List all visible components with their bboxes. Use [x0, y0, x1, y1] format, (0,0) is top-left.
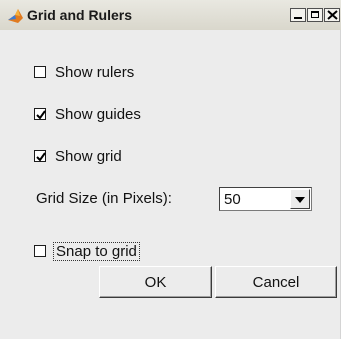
- dialog-window: Grid and Rulers Show rulers Show guides …: [0, 0, 341, 339]
- cancel-button[interactable]: Cancel: [215, 266, 337, 298]
- show-guides-label[interactable]: Show guides: [55, 106, 141, 123]
- snap-to-grid-row[interactable]: Snap to grid: [34, 241, 140, 261]
- show-grid-label[interactable]: Show grid: [55, 148, 122, 165]
- maximize-icon[interactable]: [307, 8, 323, 22]
- title-bar[interactable]: Grid and Rulers: [0, 0, 341, 30]
- snap-to-grid-checkbox[interactable]: [34, 245, 46, 257]
- matlab-logo-icon: [6, 6, 26, 26]
- show-grid-row[interactable]: Show grid: [34, 147, 122, 165]
- dropdown-arrow-icon[interactable]: [290, 189, 310, 209]
- show-guides-row[interactable]: Show guides: [34, 105, 141, 123]
- grid-size-dropdown[interactable]: 50: [219, 187, 312, 211]
- ok-button[interactable]: OK: [99, 266, 212, 298]
- grid-size-value: 50: [224, 191, 241, 208]
- close-icon[interactable]: [324, 8, 340, 22]
- show-rulers-label[interactable]: Show rulers: [55, 64, 134, 81]
- minimize-icon[interactable]: [290, 8, 306, 22]
- show-grid-checkbox[interactable]: [34, 150, 46, 162]
- snap-to-grid-label[interactable]: Snap to grid: [53, 241, 140, 261]
- show-guides-checkbox[interactable]: [34, 108, 46, 120]
- show-rulers-row[interactable]: Show rulers: [34, 63, 134, 81]
- show-rulers-checkbox[interactable]: [34, 66, 46, 78]
- window-title: Grid and Rulers: [27, 7, 133, 23]
- grid-size-label: Grid Size (in Pixels):: [36, 190, 172, 207]
